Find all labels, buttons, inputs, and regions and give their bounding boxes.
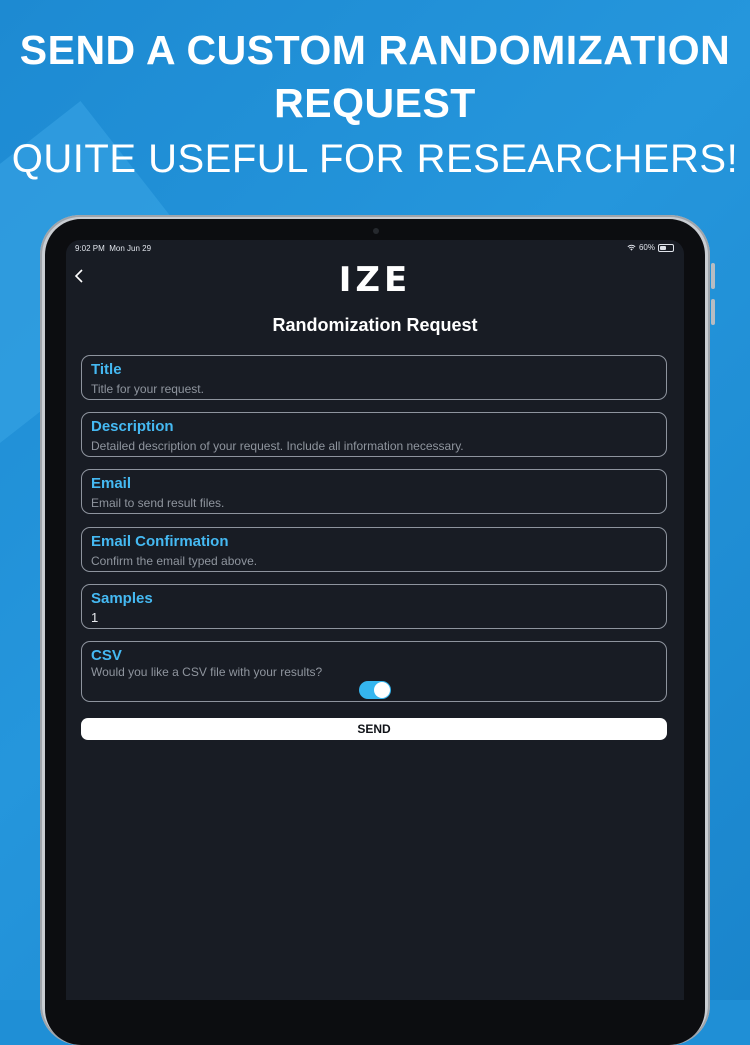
status-time-date: 9:02 PM Mon Jun 29 [75, 244, 151, 253]
description-field-placeholder: Detailed description of your request. In… [91, 439, 464, 453]
samples-field-value: 1 [91, 610, 99, 625]
email-field-label: Email [91, 475, 132, 492]
promo-subline: QUITE USEFUL FOR RESEARCHERS! [11, 137, 739, 181]
status-date: Mon Jun 29 [109, 244, 152, 253]
volume-button [711, 299, 715, 325]
battery-icon [658, 243, 674, 252]
samples-field[interactable]: Samples 1 [81, 584, 667, 629]
promo-headline: SEND A CUSTOM RANDOMIZATION REQUEST [19, 27, 731, 126]
battery-percent: 60% [638, 243, 655, 252]
volume-button [711, 263, 715, 289]
camera-icon [373, 228, 379, 234]
title-field-label: Title [91, 361, 122, 378]
page-title: Randomization Request [272, 315, 478, 335]
status-time: 9:02 PM [75, 244, 105, 253]
status-right: 60% [627, 243, 674, 252]
email-field-placeholder: Email to send result files. [91, 496, 225, 510]
battery-fill [660, 245, 666, 250]
samples-field-label: Samples [91, 590, 153, 607]
email-confirmation-field-placeholder: Confirm the email typed above. [91, 554, 258, 568]
email-confirmation-field[interactable]: Email Confirmation Confirm the email typ… [81, 527, 667, 572]
csv-field: CSV Would you like a CSV file with your … [81, 641, 667, 702]
status-bar: 9:02 PM Mon Jun 29 60% [66, 240, 684, 256]
email-confirmation-field-label: Email Confirmation [91, 533, 229, 550]
send-button[interactable]: SEND [81, 718, 667, 740]
description-field-label: Description [91, 418, 174, 435]
toggle-knob [374, 682, 390, 698]
description-field[interactable]: Description Detailed description of your… [81, 412, 667, 457]
email-field[interactable]: Email Email to send result files. [81, 469, 667, 514]
app-logo: IZE [338, 260, 412, 300]
csv-toggle[interactable] [359, 681, 391, 699]
app-screen: 9:02 PM Mon Jun 29 60% IZE Randomization… [66, 240, 684, 1000]
csv-field-label: CSV [91, 647, 122, 664]
title-field-placeholder: Title for your request. [91, 382, 204, 396]
csv-field-hint: Would you like a CSV file with your resu… [91, 665, 323, 679]
wifi-icon [627, 244, 636, 251]
title-field[interactable]: Title Title for your request. [81, 355, 667, 400]
